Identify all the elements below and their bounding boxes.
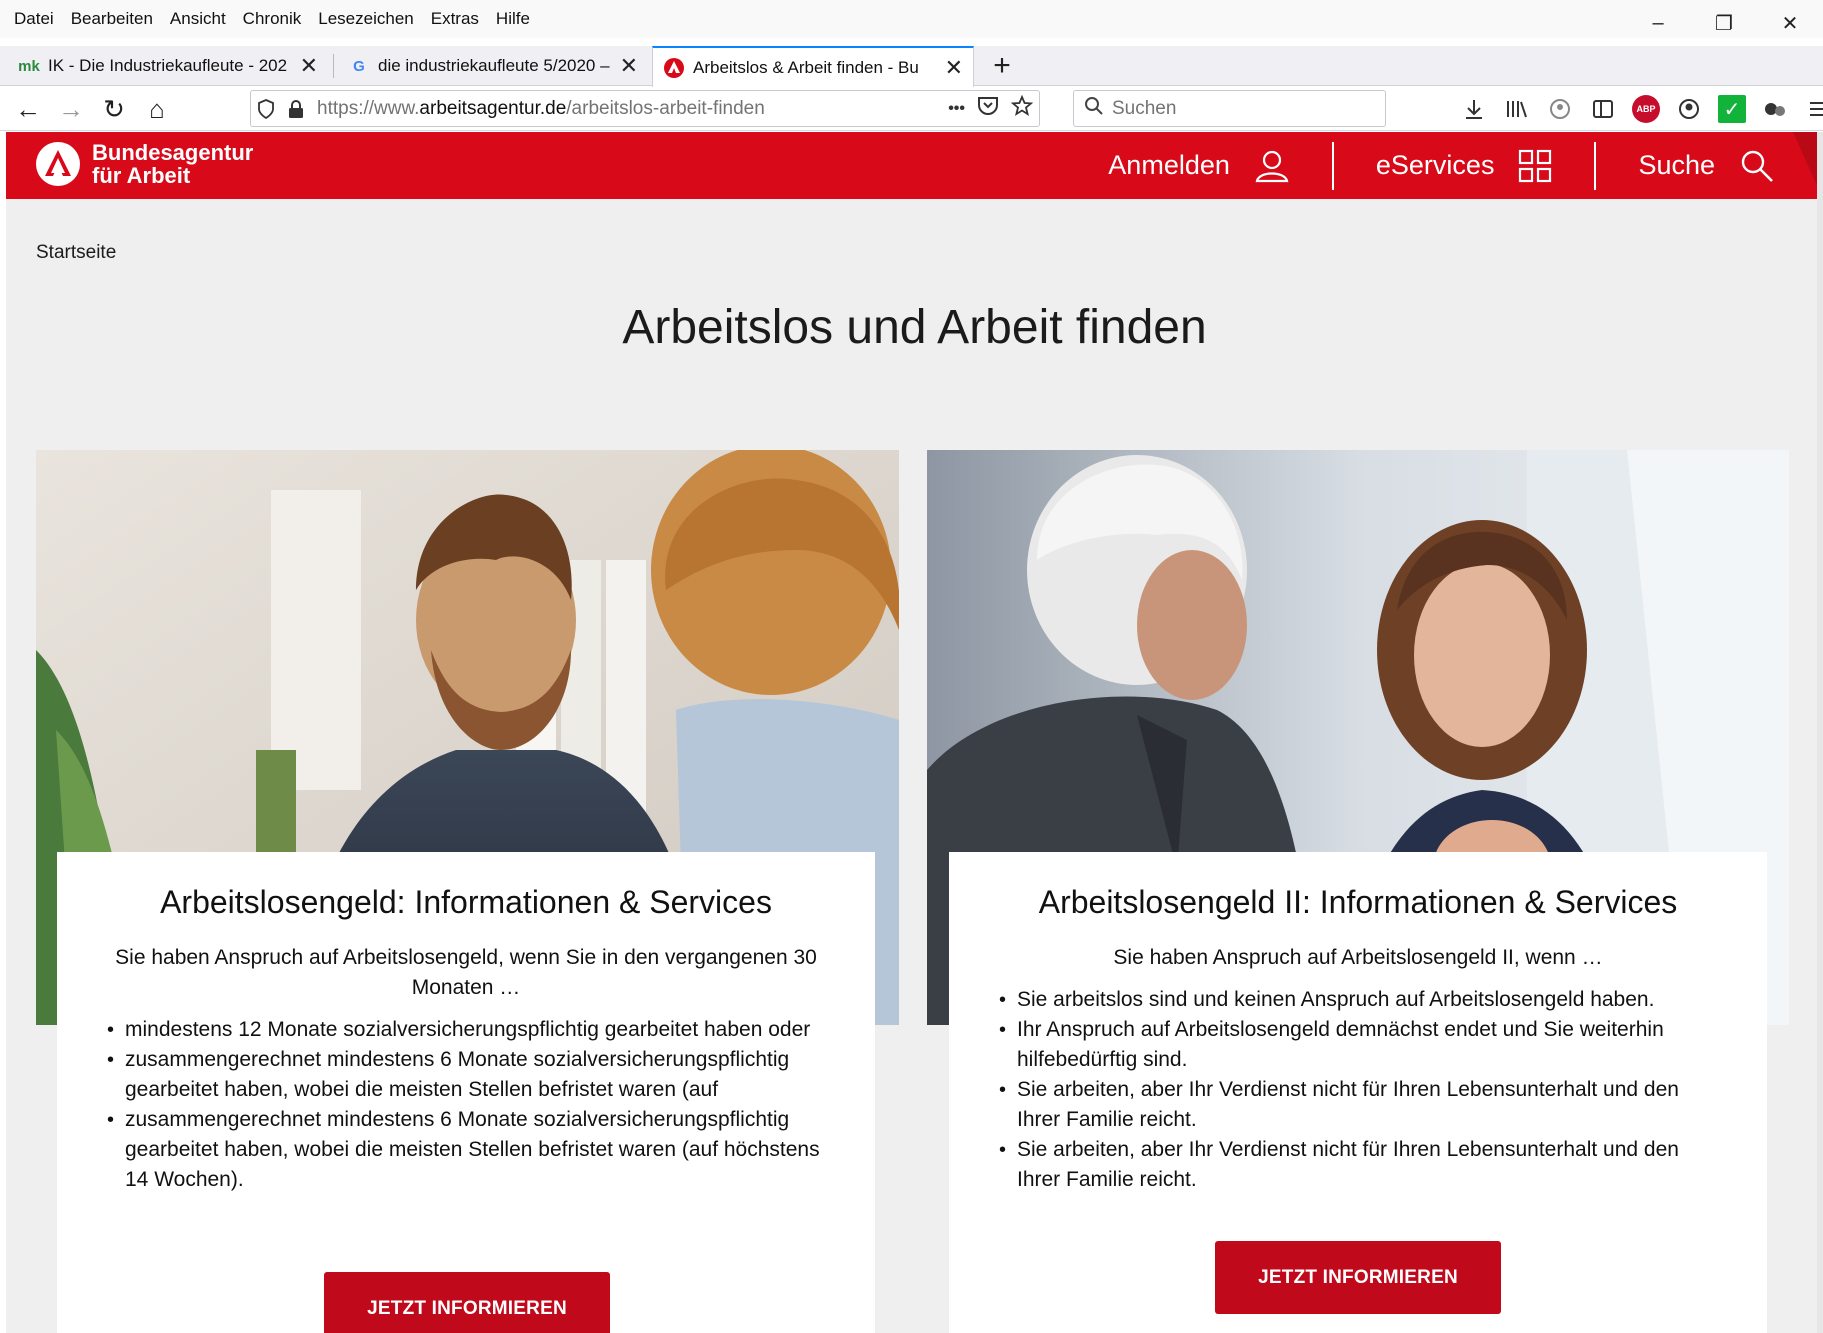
card-arbeitslosengeld: Arbeitslosengeld: Informationen & Servic… [57, 852, 875, 1333]
url-actions: ••• [948, 91, 1034, 126]
search-bar[interactable]: Suchen [1073, 90, 1386, 127]
profile-icon[interactable] [1675, 95, 1703, 123]
card-intro: Sie haben Anspruch auf Arbeitslosengeld,… [115, 946, 817, 999]
ba-favicon-icon [663, 57, 685, 79]
url-text[interactable]: https://www.arbeitsagentur.de/arbeitslos… [317, 98, 765, 120]
minimize-button[interactable]: – [1625, 0, 1691, 46]
site-header: Bundesagentur für Arbeit Anmelden eServi… [6, 132, 1823, 199]
tab-google-search[interactable]: G die industriekaufleute 5/2020 – ✕ [338, 46, 648, 86]
tracking-shield-icon[interactable] [251, 98, 281, 119]
extension-icon[interactable] [1761, 95, 1789, 123]
library-icon[interactable] [1503, 95, 1531, 123]
bookmark-star-icon[interactable] [1010, 94, 1034, 123]
url-prefix: https://www. [317, 97, 420, 119]
ba-logo[interactable]: Bundesagentur für Arbeit [36, 141, 253, 187]
list-item: zusammengerechnet mindestens 6 Monate so… [97, 1045, 835, 1105]
jetzt-informieren-button-1[interactable]: JETZT INFORMIEREN [324, 1272, 610, 1333]
list-item: Sie arbeitslos sind und keinen Anspruch … [989, 985, 1727, 1015]
eservices-link[interactable]: eServices [1334, 142, 1595, 190]
page-scrollbar[interactable] [1817, 132, 1823, 1333]
breadcrumb[interactable]: Startseite [36, 242, 116, 264]
new-tab-button[interactable]: + [982, 46, 1022, 86]
site-nav: Anmelden eServices Suche [1066, 132, 1775, 199]
logo-line-2: für Arbeit [92, 163, 191, 188]
login-link[interactable]: Anmelden [1066, 142, 1332, 190]
navigation-toolbar: ← → ↻ ⌂ https://www.arbeitsagentur.de/ar… [0, 87, 1823, 131]
tab-title: Arbeitslos & Arbeit finden - Bu [693, 57, 919, 77]
menu-chronik[interactable]: Chronik [243, 9, 302, 29]
login-label: Anmelden [1108, 150, 1230, 180]
google-favicon-icon: G [353, 57, 365, 75]
page-actions-icon[interactable]: ••• [948, 100, 965, 118]
magnifier-icon [1739, 148, 1775, 184]
lock-icon[interactable] [281, 99, 311, 119]
page-title: Arbeitslos und Arbeit finden [622, 301, 1207, 354]
mk-favicon-icon: mk [18, 57, 40, 75]
url-path: /arbeitslos-arbeit-finden [566, 97, 765, 119]
hamburger-menu-icon[interactable] [1804, 95, 1823, 123]
jetzt-informieren-button-2[interactable]: JETZT INFORMIEREN [1215, 1241, 1501, 1314]
site-search-label: Suche [1638, 150, 1715, 180]
tab-industriekaufleute[interactable]: mk IK - Die Industriekaufleute - 202 ✕ [8, 46, 328, 86]
window-controls: – ❐ ✕ [1625, 0, 1823, 46]
back-button[interactable]: ← [12, 93, 44, 125]
card-title: Arbeitslosengeld II: Informationen & Ser… [1038, 884, 1678, 920]
forward-button[interactable]: → [55, 93, 87, 125]
home-button[interactable]: ⌂ [141, 93, 173, 125]
restore-button[interactable]: ❐ [1691, 0, 1757, 46]
logo-line-1: Bundesagentur [92, 140, 254, 165]
pocket-icon[interactable] [977, 96, 999, 122]
site-search-link[interactable]: Suche [1596, 142, 1775, 190]
search-icon [1084, 96, 1104, 122]
menu-ansicht[interactable]: Ansicht [170, 9, 226, 29]
user-icon [1254, 149, 1290, 183]
ba-logo-text: Bundesagentur für Arbeit [92, 141, 253, 187]
tab-separator [333, 54, 334, 78]
list-item: Sie arbeiten, aber Ihr Verdienst nicht f… [989, 1075, 1727, 1135]
tab-close-icon[interactable]: ✕ [300, 53, 318, 79]
adblock-plus-icon[interactable]: ABP [1632, 95, 1660, 123]
menu-lesezeichen[interactable]: Lesezeichen [318, 9, 413, 29]
tab-title: die industriekaufleute 5/2020 – [378, 56, 610, 75]
search-placeholder: Suchen [1112, 97, 1177, 119]
menu-extras[interactable]: Extras [431, 9, 479, 29]
card-bullet-list: mindestens 12 Monate sozialversicherungs… [97, 1015, 835, 1195]
list-item: zusammengerechnet mindestens 6 Monate so… [97, 1105, 835, 1195]
toolbar-icons: ABP ✓ [1460, 93, 1823, 125]
menu-bearbeiten[interactable]: Bearbeiten [71, 9, 153, 29]
download-icon[interactable] [1460, 95, 1488, 123]
checkmark-extension-icon[interactable]: ✓ [1718, 95, 1746, 123]
reader-view-icon[interactable] [1589, 95, 1617, 123]
tab-bar: mk IK - Die Industriekaufleute - 202 ✕ G… [0, 46, 1823, 87]
eservices-label: eServices [1375, 150, 1495, 180]
reload-button[interactable]: ↻ [98, 93, 130, 125]
ba-logo-icon [36, 142, 80, 186]
menu-hilfe[interactable]: Hilfe [496, 9, 530, 29]
list-item: Ihr Anspruch auf Arbeitslosengeld demnäc… [989, 1015, 1727, 1075]
list-item: Sie arbeiten, aber Ihr Verdienst nicht f… [989, 1135, 1727, 1195]
card-title: Arbeitslosengeld: Informationen & Servic… [160, 884, 772, 920]
url-bar[interactable]: https://www.arbeitsagentur.de/arbeitslos… [250, 90, 1040, 127]
url-domain: arbeitsagentur.de [419, 97, 567, 119]
tab-title: IK - Die Industriekaufleute - 202 [48, 56, 288, 75]
card-intro: Sie haben Anspruch auf Arbeitslosengeld … [1113, 946, 1603, 969]
tab-close-icon[interactable]: ✕ [620, 53, 638, 79]
menu-datei[interactable]: Datei [14, 9, 54, 29]
tab-arbeitsagentur[interactable]: Arbeitslos & Arbeit finden - Bu ✕ [652, 46, 974, 87]
list-item: mindestens 12 Monate sozialversicherungs… [97, 1015, 835, 1045]
card-bullet-list: Sie arbeitslos sind und keinen Anspruch … [989, 985, 1727, 1195]
web-page: Bundesagentur für Arbeit Anmelden eServi… [6, 132, 1823, 1333]
grid-icon [1518, 149, 1552, 183]
sync-account-icon[interactable] [1546, 95, 1574, 123]
close-window-button[interactable]: ✕ [1757, 0, 1823, 46]
menu-bar: Datei Bearbeiten Ansicht Chronik Lesezei… [0, 0, 1823, 38]
tab-close-icon[interactable]: ✕ [945, 55, 963, 81]
